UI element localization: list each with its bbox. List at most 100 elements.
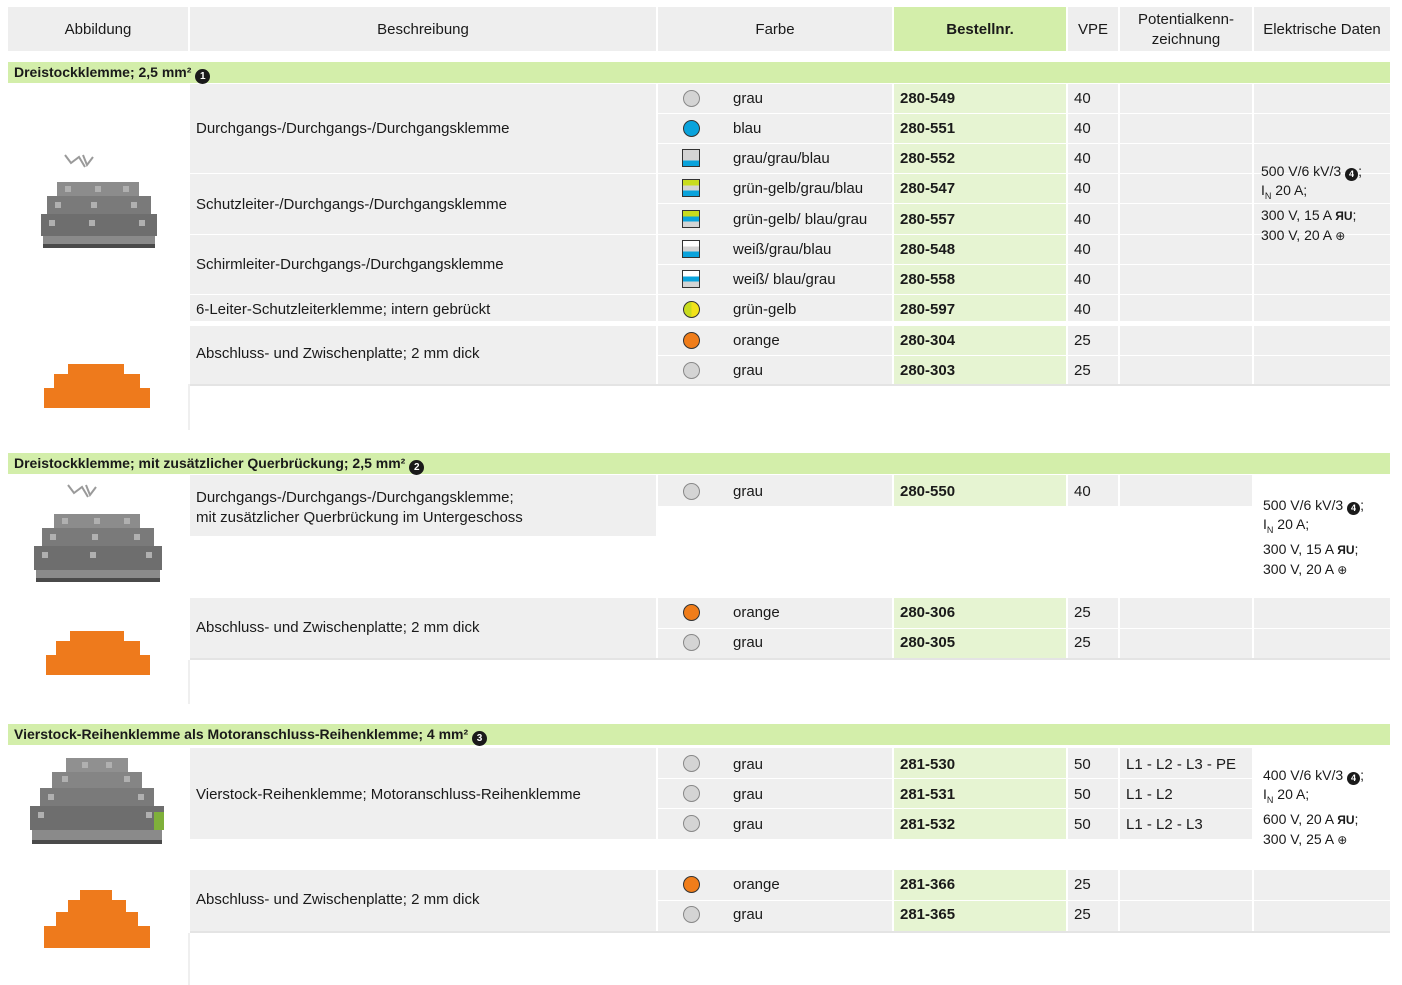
csa-mark-icon: ⊕: [1337, 832, 1348, 847]
electrical-data: 500 V/6 kV/3 4; IN 20 A; 300 V, 15 A ЯU;…: [1261, 163, 1362, 243]
product-image-abschlussplatte-1: [40, 360, 152, 412]
color-name: weiß/grau/blau: [733, 241, 832, 258]
order-number: 280-306: [900, 604, 956, 621]
order-number: 280-548: [900, 241, 956, 258]
header-beschreibung: Beschreibung: [377, 21, 469, 38]
vpe-value: 40: [1074, 271, 1091, 288]
footnote-badge-4: 4: [1345, 168, 1359, 181]
order-number: 281-531: [900, 786, 956, 803]
description-abschlussplatte: Abschluss- und Zwischenplatte; 2 mm dick: [196, 345, 480, 362]
order-number: 281-530: [900, 756, 956, 773]
vpe-value: 25: [1074, 362, 1091, 379]
vpe-value: 25: [1074, 604, 1091, 621]
ul-mark-icon: ЯU: [1335, 208, 1353, 223]
color-name: grau: [733, 906, 764, 923]
description-abschlussplatte: Abschluss- und Zwischenplatte; 2 mm dick: [196, 619, 480, 636]
color-name: weiß/ blau/grau: [733, 271, 836, 288]
footnote-badge-3: 3: [472, 731, 488, 746]
terminal-block-grey-icon: [30, 758, 164, 844]
electrical-data: 500 V/6 kV/3 4; IN 20 A; 300 V, 15 A ЯU;…: [1263, 497, 1364, 577]
order-number: 281-366: [900, 876, 956, 893]
vpe-value: 50: [1074, 756, 1091, 773]
header-cell-elektrisch: Elektrische Daten: [1254, 7, 1390, 51]
order-number: 280-558: [900, 271, 956, 288]
end-plate-orange-icon: [46, 631, 150, 675]
ul-mark-icon: ЯU: [1337, 542, 1355, 557]
header-cell-bestellnr: Bestellnr.: [894, 7, 1066, 51]
order-number: 280-597: [900, 301, 956, 318]
footnote-badge-2: 2: [409, 460, 425, 475]
ul-mark-icon: ЯU: [1337, 812, 1355, 827]
product-image-vierstock: [26, 752, 168, 864]
order-number: 280-551: [900, 120, 956, 137]
order-number: 280-552: [900, 150, 956, 167]
section-3-band: Vierstock-Reihenklemme als Motoranschlus…: [8, 724, 1390, 746]
greenyellow-blue-grey-swatch-icon: [682, 210, 700, 228]
header-cell-potential: Potentialkenn- zeichnung: [1120, 7, 1252, 51]
vpe-value: 40: [1074, 90, 1091, 107]
description-abschlussplatte: Abschluss- und Zwischenplatte; 2 mm dick: [196, 891, 480, 908]
vpe-value: 25: [1074, 906, 1091, 923]
color-name: orange: [733, 332, 780, 349]
section-2-band: Dreistockklemme; mit zusätzlicher Querbr…: [8, 453, 1390, 475]
grey-swatch-icon: [683, 634, 700, 651]
header-cell-vpe: VPE: [1068, 7, 1118, 51]
grey-swatch-icon: [683, 362, 700, 379]
color-name: orange: [733, 604, 780, 621]
grey-swatch-icon: [683, 755, 700, 772]
order-number: 280-550: [900, 483, 956, 500]
header-cell-beschreibung: Beschreibung: [190, 7, 656, 51]
order-number: 280-557: [900, 211, 956, 228]
color-name: grau: [733, 634, 764, 651]
vpe-value: 40: [1074, 150, 1091, 167]
blue-swatch-icon: [683, 120, 700, 137]
section-1-divider: [188, 384, 190, 430]
vpe-value: 25: [1074, 332, 1091, 349]
color-name: grau: [733, 90, 764, 107]
terminal-block-grey-icon: [35, 150, 160, 258]
color-name: grau: [733, 786, 764, 803]
vpe-value: 25: [1074, 634, 1091, 651]
header-potential-line1: Potentialkenn-: [1138, 11, 1234, 28]
header-potential-line2: zeichnung: [1151, 31, 1221, 48]
order-number: 280-304: [900, 332, 956, 349]
header-vpe: VPE: [1077, 21, 1108, 38]
order-number: 280-549: [900, 90, 956, 107]
potential-marking: L1 - L2: [1126, 786, 1173, 803]
description-querbrueckung: Durchgangs-/Durchgangs-/Durchgangsklemme…: [196, 489, 523, 526]
section-2-title: Dreistockklemme; mit zusätzlicher Querbr…: [14, 455, 425, 475]
vpe-value: 50: [1074, 786, 1091, 803]
csa-mark-icon: ⊕: [1335, 228, 1346, 243]
product-image-dreistockklemme: [35, 150, 160, 258]
section-1-band: Dreistockklemme; 2,5 mm² 1: [8, 62, 1390, 84]
header-cell-abbildung: Abbildung: [8, 7, 188, 51]
description-6-leiter: 6-Leiter-Schutzleiterklemme; intern gebr…: [196, 301, 491, 318]
footnote-badge-4: 4: [1347, 772, 1361, 785]
vpe-value: 40: [1074, 241, 1091, 258]
grey-grey-blue-swatch-icon: [682, 149, 700, 167]
description-schirmleiterklemme: Schirmleiter-Durchgangs-/Durchgangsklemm…: [196, 256, 504, 273]
product-image-abschlussplatte-3: [40, 886, 154, 960]
grey-swatch-icon: [683, 906, 700, 923]
white-blue-grey-swatch-icon: [682, 270, 700, 288]
end-plate-orange-icon: [44, 364, 150, 408]
color-name: grau: [733, 362, 764, 379]
potential-marking: L1 - L2 - L3 - PE: [1126, 756, 1237, 773]
order-number: 281-532: [900, 816, 956, 833]
color-name: grau: [733, 483, 764, 500]
vpe-value: 40: [1074, 483, 1091, 500]
product-image-abschlussplatte-2: [42, 625, 152, 677]
terminal-block-grey-icon: [34, 484, 162, 582]
header-farbe: Farbe: [755, 21, 795, 38]
vpe-value: 40: [1074, 180, 1091, 197]
header-bestellnr: Bestellnr.: [946, 21, 1014, 38]
color-name: grau: [733, 816, 764, 833]
footnote-badge-4: 4: [1347, 502, 1361, 515]
order-number: 280-303: [900, 362, 956, 379]
greenyellow-swatch-icon: [683, 301, 700, 318]
description-schutzleiterklemme: Schutzleiter-/Durchgangs-/Durchgangsklem…: [196, 196, 507, 213]
orange-swatch-icon: [683, 332, 700, 349]
section-2-pot-bg: [1120, 475, 1252, 506]
orange-swatch-icon: [683, 604, 700, 621]
section-3-title: Vierstock-Reihenklemme als Motoranschlus…: [14, 726, 488, 746]
